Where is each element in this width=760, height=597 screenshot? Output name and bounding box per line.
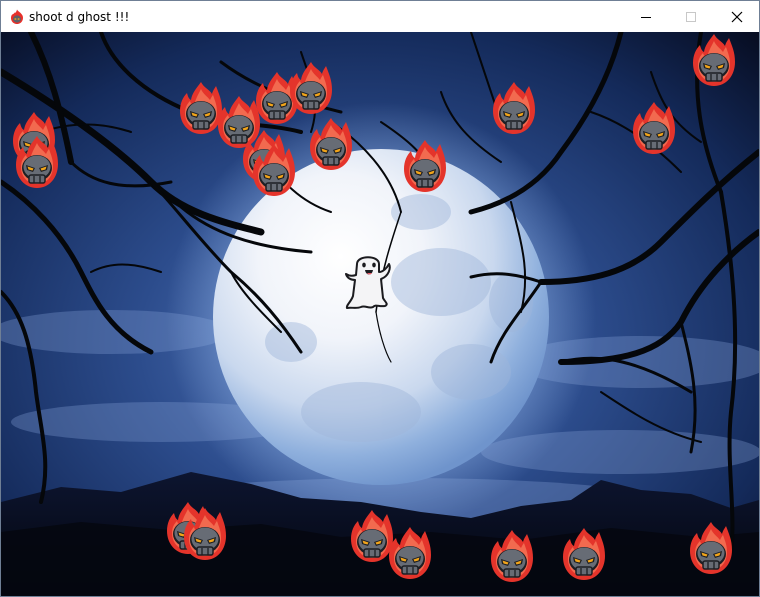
fire-skull-icon: [692, 33, 736, 87]
title-bar[interactable]: shoot d ghost !!!: [1, 1, 759, 32]
fire-skull-icon: [309, 117, 353, 171]
fire-skull-icon: [632, 101, 676, 155]
close-icon: [731, 11, 743, 22]
fire-skull-icon: [11, 9, 23, 24]
fire-skull-icon: [689, 521, 733, 575]
maximize-button[interactable]: [668, 1, 714, 32]
minimize-icon: [641, 16, 651, 18]
minimize-button[interactable]: [623, 1, 669, 32]
fire-skull-icon: [289, 61, 333, 115]
window-title: shoot d ghost !!!: [29, 10, 130, 24]
fire-skull-icon: [490, 529, 534, 583]
maximize-icon: [686, 11, 696, 22]
ghost-icon[interactable]: [343, 250, 393, 310]
fire-skull-icon: [252, 143, 296, 197]
fire-skull-icon: [562, 527, 606, 581]
fire-skull-icon: [388, 526, 432, 580]
close-button[interactable]: [714, 1, 759, 32]
fire-skull-icon: [403, 139, 447, 193]
fire-skull-icon: [492, 81, 536, 135]
game-canvas[interactable]: [1, 32, 759, 596]
game-window: shoot d ghost !!!: [0, 0, 760, 597]
fire-skull-icon: [15, 135, 59, 189]
fire-skull-icon: [183, 507, 227, 561]
